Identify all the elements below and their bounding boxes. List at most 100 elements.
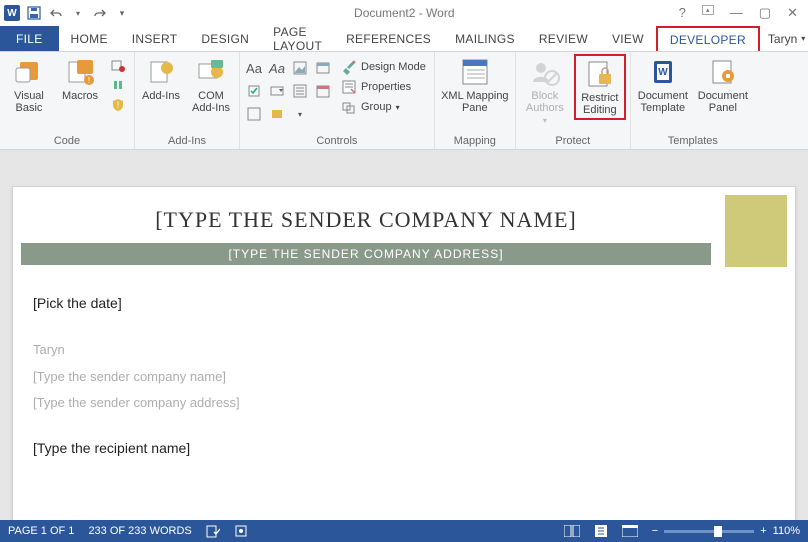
sender-company-name-field[interactable]: [TYPE THE SENDER COMPANY NAME] (21, 195, 711, 243)
group-button[interactable]: Group ▾ (337, 98, 430, 116)
tab-home[interactable]: HOME (59, 26, 120, 51)
pause-macro-button[interactable] (106, 76, 130, 94)
read-mode-icon[interactable] (564, 525, 580, 537)
restrict-editing-button[interactable]: Restrict Editing (574, 54, 626, 120)
repeating-control-icon[interactable] (244, 104, 264, 124)
maximize-icon[interactable]: ▢ (759, 5, 771, 21)
document-area[interactable]: [TYPE THE SENDER COMPANY NAME] [TYPE THE… (0, 150, 808, 522)
print-layout-icon[interactable] (594, 525, 608, 537)
undo-icon[interactable] (48, 5, 64, 21)
zoom-level[interactable]: 110% (773, 525, 800, 537)
window-title: Document2 - Word (130, 6, 679, 20)
group-templates: W Document Template Document Panel Templ… (631, 52, 755, 149)
zoom-control: − + 110% (652, 525, 800, 537)
sender-name-field[interactable]: Taryn (33, 338, 775, 361)
visual-basic-icon (13, 56, 45, 88)
group-code-label: Code (4, 135, 130, 149)
sender-address-field[interactable]: [Type the sender company address] (33, 391, 775, 414)
combobox-control-icon[interactable] (267, 81, 287, 101)
addins-button[interactable]: Add-Ins (139, 54, 183, 102)
com-addins-button[interactable]: COM Add-Ins (187, 54, 235, 114)
pause-macro-icon (110, 77, 126, 93)
plain-text-control-icon[interactable]: Aa (267, 58, 287, 78)
block-authors-label: Block Authors (526, 90, 564, 114)
design-mode-button[interactable]: Design Mode (337, 58, 430, 76)
document-panel-icon (707, 56, 739, 88)
visual-basic-button[interactable]: Visual Basic (4, 54, 54, 114)
customize-qat-icon[interactable]: ▾ (114, 5, 130, 21)
rich-text-control-icon[interactable]: Aa (244, 58, 264, 78)
web-layout-icon[interactable] (622, 525, 638, 537)
letter-body[interactable]: [Pick the date] Taryn [Type the sender c… (13, 267, 795, 473)
word-count[interactable]: 233 OF 233 WORDS (88, 525, 191, 537)
word-app-icon[interactable]: W (4, 5, 20, 21)
block-authors-button: Block Authors ▾ (520, 54, 570, 125)
document-template-button[interactable]: W Document Template (635, 54, 691, 114)
addins-icon (145, 56, 177, 88)
restrict-editing-label: Restrict Editing (581, 92, 618, 116)
minimize-icon[interactable]: — (730, 5, 743, 21)
svg-text:W: W (658, 67, 668, 78)
com-addins-label: COM Add-Ins (192, 90, 230, 114)
building-block-control-icon[interactable] (313, 58, 333, 78)
xml-mapping-button[interactable]: XML Mapping Pane (439, 54, 511, 114)
macros-label: Macros (62, 90, 98, 102)
save-icon[interactable] (26, 5, 42, 21)
tab-file[interactable]: FILE (0, 26, 59, 51)
zoom-in-button[interactable]: + (760, 525, 766, 537)
group-protect: Block Authors ▾ Restrict Editing Protect (516, 52, 631, 149)
properties-label: Properties (361, 81, 411, 93)
dropdown-control-icon[interactable] (290, 81, 310, 101)
document-panel-label: Document Panel (698, 90, 748, 114)
sender-company-address-field[interactable]: [TYPE THE SENDER COMPANY ADDRESS] (21, 243, 711, 265)
tab-page-layout[interactable]: PAGE LAYOUT (261, 26, 334, 51)
record-macro-button[interactable] (106, 56, 130, 74)
close-icon[interactable]: ✕ (787, 5, 798, 21)
macros-button[interactable]: ! Macros (58, 54, 102, 102)
group-controls-label: Controls (244, 135, 430, 149)
checkbox-control-icon[interactable] (244, 81, 264, 101)
undo-dropdown-icon[interactable]: ▾ (70, 5, 86, 21)
tab-review[interactable]: REVIEW (527, 26, 600, 51)
logo-placeholder[interactable] (725, 195, 787, 267)
spell-check-icon[interactable] (206, 524, 220, 538)
tab-developer[interactable]: DEVELOPER (656, 26, 760, 51)
recipient-name-field[interactable]: [Type the recipient name] (33, 436, 775, 461)
group-mapping-label: Mapping (439, 135, 511, 149)
group-mapping: XML Mapping Pane Mapping (435, 52, 516, 149)
tab-mailings[interactable]: MAILINGS (443, 26, 527, 51)
restrict-editing-icon (584, 58, 616, 90)
design-mode-icon (341, 59, 357, 75)
date-field[interactable]: [Pick the date] (33, 291, 775, 316)
tab-design[interactable]: DESIGN (189, 26, 261, 51)
letterhead: [TYPE THE SENDER COMPANY NAME] [TYPE THE… (21, 195, 787, 267)
ribbon: Visual Basic ! Macros ! Code Add-Ins COM… (0, 52, 808, 150)
tab-view[interactable]: VIEW (600, 26, 656, 51)
legacy-tools-dropdown-icon[interactable]: ▾ (290, 104, 310, 124)
group-icon (341, 99, 357, 115)
properties-button[interactable]: Properties (337, 78, 430, 96)
group-label: Group (361, 101, 392, 113)
page-indicator[interactable]: PAGE 1 OF 1 (8, 525, 74, 537)
visual-basic-label: Visual Basic (14, 90, 44, 114)
macro-security-button[interactable]: ! (106, 96, 130, 114)
sender-company-field[interactable]: [Type the sender company name] (33, 365, 775, 388)
help-icon[interactable]: ? (679, 5, 686, 21)
macro-indicator-icon[interactable] (234, 524, 248, 538)
redo-icon[interactable] (92, 5, 108, 21)
picture-control-icon[interactable] (290, 58, 310, 78)
document-panel-button[interactable]: Document Panel (695, 54, 751, 114)
com-addins-icon (195, 56, 227, 88)
zoom-slider[interactable] (664, 530, 754, 533)
design-mode-label: Design Mode (361, 61, 426, 73)
zoom-out-button[interactable]: − (652, 525, 658, 537)
user-account[interactable]: Taryn ▾ (760, 26, 808, 51)
date-picker-control-icon[interactable] (313, 81, 333, 101)
tab-insert[interactable]: INSERT (120, 26, 190, 51)
tab-references[interactable]: REFERENCES (334, 26, 443, 51)
block-authors-icon (529, 56, 561, 88)
xml-mapping-label: XML Mapping Pane (441, 90, 508, 114)
ribbon-options-icon[interactable]: ▴ (702, 5, 714, 15)
legacy-tools-icon[interactable] (267, 104, 287, 124)
group-addins: Add-Ins COM Add-Ins Add-Ins (135, 52, 240, 149)
